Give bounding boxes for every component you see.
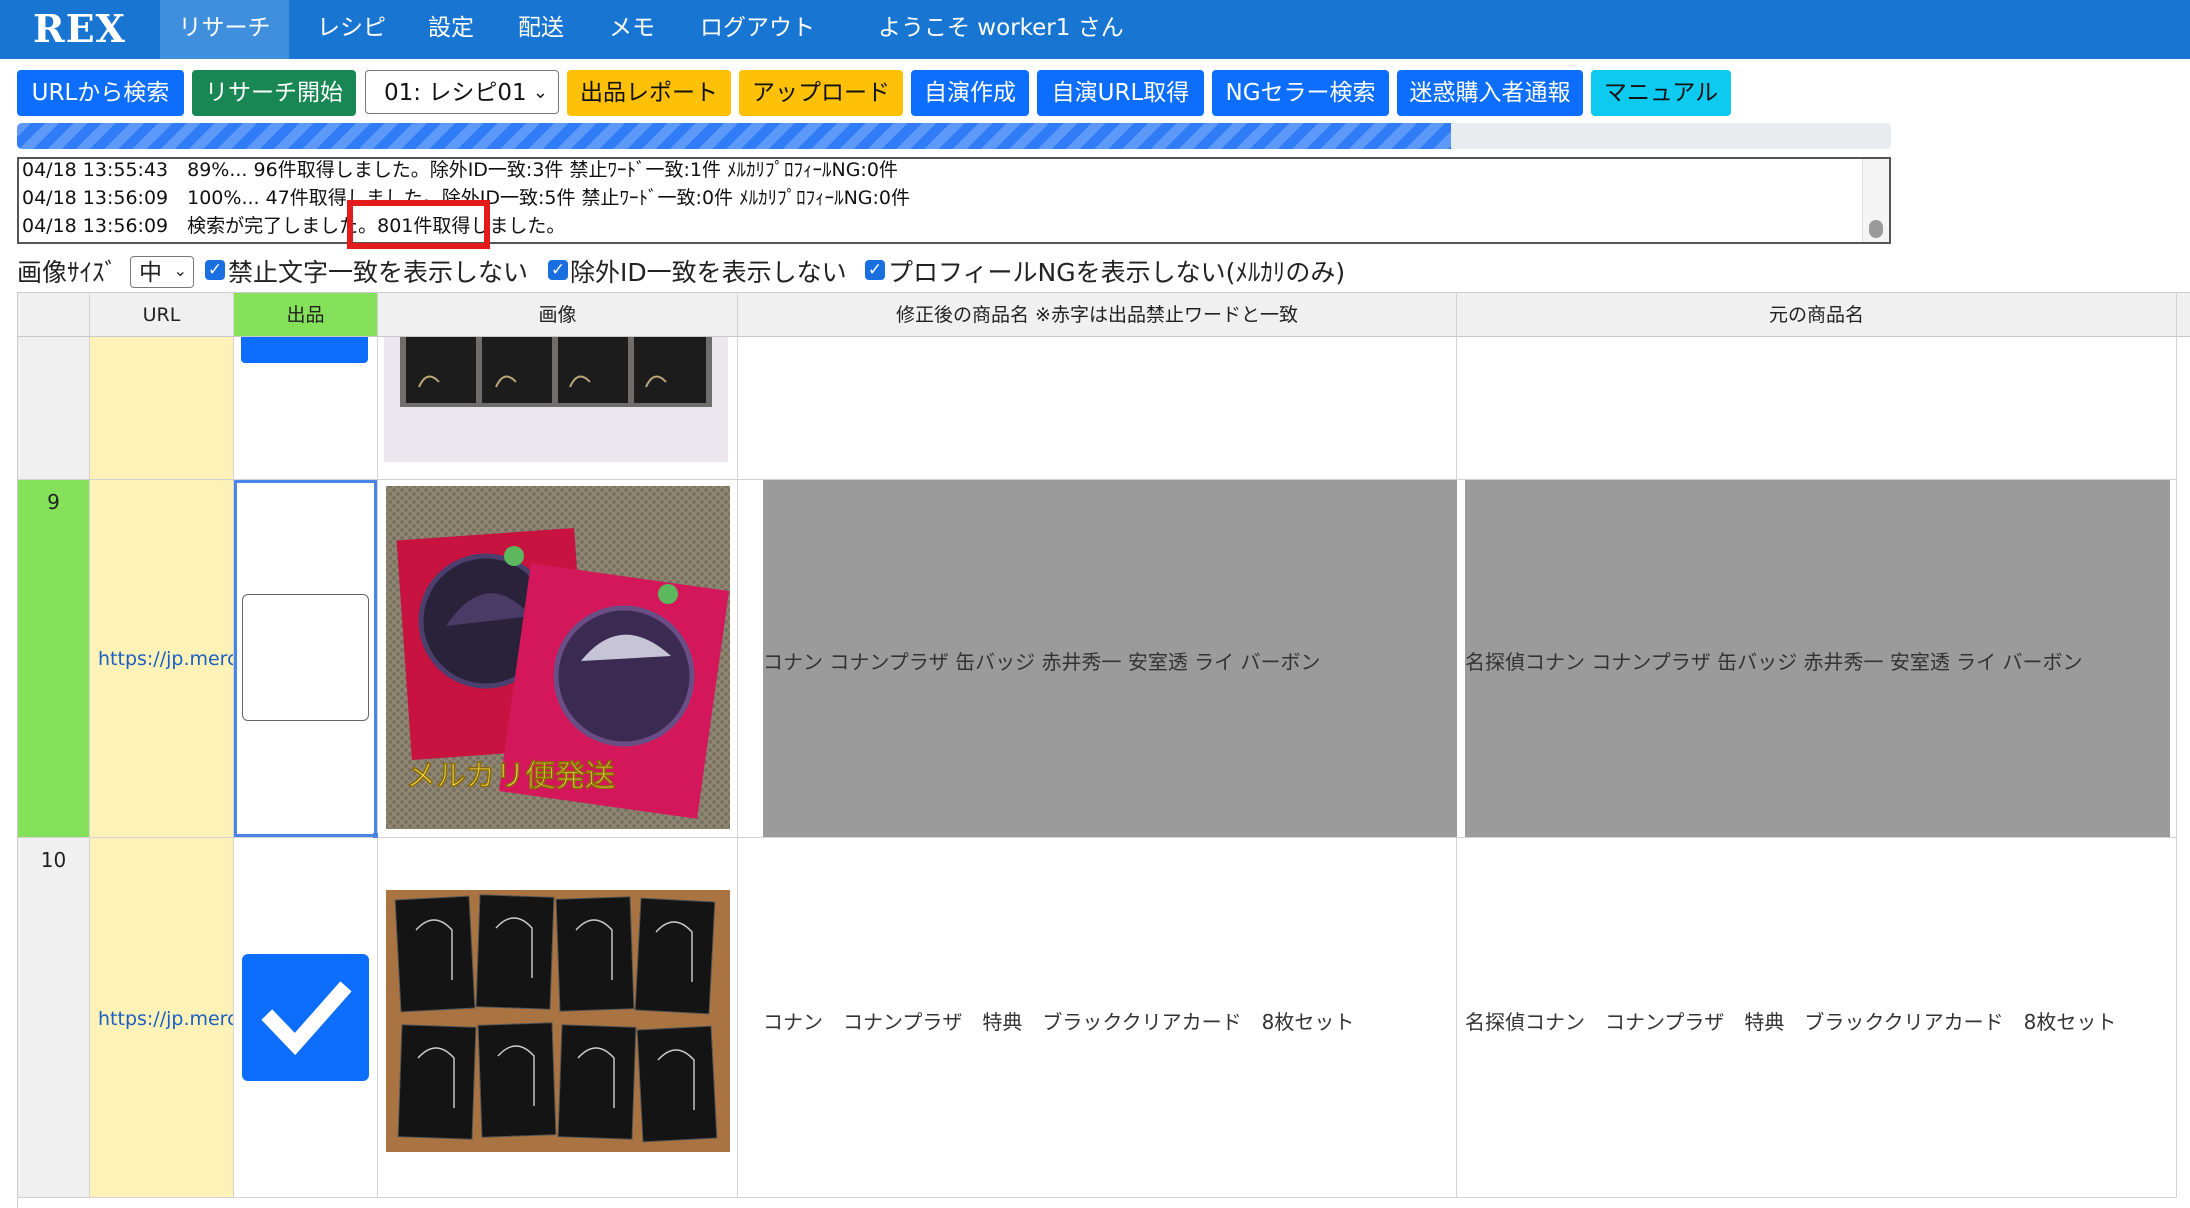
- progress-bar: [17, 123, 1891, 149]
- header-original-name[interactable]: 元の商品名: [1457, 292, 2177, 337]
- hide-excluded-id-checkbox[interactable]: ✓: [548, 260, 568, 280]
- manual-button[interactable]: マニュアル: [1591, 70, 1731, 116]
- row-original-name-cell[interactable]: 名探偵コナン コナンプラザ 特典 ブラッククリアカード 8枚セット: [1457, 838, 2177, 1198]
- chevron-down-icon: ⌄: [532, 82, 548, 103]
- row-num-cell: 9: [18, 480, 90, 838]
- scroll-thumb[interactable]: [1869, 220, 1883, 238]
- self-create-button[interactable]: 自演作成: [911, 70, 1029, 116]
- header-num: [18, 292, 90, 337]
- product-image[interactable]: [384, 337, 728, 462]
- header-image[interactable]: 画像: [378, 292, 738, 337]
- log-box[interactable]: 04/18 13:55:43 89%... 96件取得しました。除外ID一致:3…: [17, 157, 1891, 244]
- row-original-name: 名探偵コナン コナンプラザ 特典 ブラッククリアカード 8枚セット: [1465, 1010, 2117, 1034]
- welcome-text: ようこそ worker1 さん: [878, 15, 1124, 41]
- progress-fill: [17, 123, 1451, 149]
- annotation-highlight-box: [347, 200, 490, 249]
- row-url-link[interactable]: https://jp.merc: [98, 648, 233, 670]
- nav-research[interactable]: リサーチ: [160, 0, 289, 59]
- product-image[interactable]: メルカリ便発送: [386, 486, 730, 829]
- app-logo[interactable]: REX: [33, 0, 126, 59]
- log-scrollbar[interactable]: [1862, 159, 1889, 242]
- row-url-link[interactable]: https://jp.merc: [98, 1008, 233, 1030]
- header-edited-name[interactable]: 修正後の商品名 ※赤字は出品禁止ワードと一致: [738, 292, 1457, 337]
- row-edited-name-cell[interactable]: コナン コナンプラザ 缶バッジ 赤井秀一 安室透 ライ バーボン: [738, 480, 1467, 838]
- row-original-name-cell[interactable]: [1457, 337, 2177, 480]
- nav-memo[interactable]: メモ: [609, 0, 655, 59]
- row-listing-cell[interactable]: [234, 337, 378, 480]
- row-image-cell: メルカリ便発送: [378, 480, 738, 838]
- row-image-cell: [378, 838, 738, 1198]
- row-url-cell: https://jp.merc: [90, 838, 234, 1198]
- nav-settings[interactable]: 設定: [428, 0, 474, 59]
- results-table: URL 出品 画像 修正後の商品名 ※赤字は出品禁止ワードと一致 元の商品名 9…: [17, 292, 2190, 1208]
- row-image-cell: [378, 337, 738, 480]
- image-size-label: 画像ｻｲｽﾞ: [17, 258, 118, 287]
- top-navbar: REX リサーチ レシピ 設定 配送 メモ ログアウト ようこそ worker1…: [0, 0, 2190, 59]
- row-listing-cell: [234, 480, 382, 842]
- hide-excluded-id-label: 除外ID一致を表示しない: [570, 258, 847, 287]
- row-url-cell[interactable]: [90, 337, 234, 480]
- upload-button[interactable]: アップロード: [739, 70, 903, 116]
- row-listing-cell: [234, 838, 378, 1198]
- nuisance-report-button[interactable]: 迷惑購入者通報: [1397, 70, 1583, 116]
- log-line: 04/18 13:55:43 89%... 96件取得しました。除外ID一致:3…: [22, 159, 898, 181]
- recipe-select[interactable]: 01: レシピ01 ⌄: [365, 70, 559, 114]
- hide-banned-words-label: 禁止文字一致を表示しない: [228, 258, 529, 287]
- self-url-button[interactable]: 自演URL取得: [1037, 70, 1204, 116]
- hide-profile-ng-checkbox[interactable]: ✓: [865, 260, 885, 280]
- hide-profile-ng-label: プロフィールNGを表示しない(ﾒﾙｶﾘのみ): [888, 258, 1346, 287]
- row-edited-name: コナン コナンプラザ 特典 ブラッククリアカード 8枚セット: [763, 1010, 1355, 1034]
- row-edited-name-cell[interactable]: コナン コナンプラザ 特典 ブラッククリアカード 8枚セット: [738, 838, 1457, 1198]
- url-search-button[interactable]: URLから検索: [17, 70, 184, 116]
- row-num-cell: 10: [18, 838, 90, 1198]
- listing-report-button[interactable]: 出品レポート: [567, 70, 731, 116]
- header-listing[interactable]: 出品: [234, 292, 378, 337]
- chevron-down-icon: ⌄: [173, 261, 187, 280]
- nav-logout[interactable]: ログアウト: [700, 0, 815, 59]
- research-start-button[interactable]: リサーチ開始: [192, 70, 356, 116]
- nav-recipe[interactable]: レシピ: [317, 0, 386, 59]
- row-original-name: 名探偵コナン コナンプラザ 缶バッジ 赤井秀一 安室透 ライ バーボン: [1465, 650, 2083, 674]
- image-size-select[interactable]: 中 ⌄: [130, 256, 194, 288]
- row-number: 10: [40, 848, 67, 872]
- row-url-cell: https://jp.merc: [90, 480, 234, 838]
- ng-seller-search-button[interactable]: NGセラー検索: [1212, 70, 1389, 116]
- header-url[interactable]: URL: [90, 292, 234, 337]
- row-num-cell: [18, 337, 90, 480]
- nav-shipping[interactable]: 配送: [518, 0, 564, 59]
- row-original-name-cell[interactable]: 名探偵コナン コナンプラザ 缶バッジ 赤井秀一 安室透 ライ バーボン: [1457, 480, 2177, 838]
- product-image[interactable]: [386, 890, 730, 1152]
- check-icon: [261, 981, 352, 1056]
- row-edited-name-cell[interactable]: [738, 337, 1457, 480]
- listing-checkbox[interactable]: [242, 594, 369, 721]
- listing-checkbox-checked[interactable]: [242, 954, 369, 1081]
- listing-checkbox[interactable]: [241, 337, 368, 363]
- recipe-select-value: 01: レシピ01: [384, 80, 527, 106]
- row-edited-name: コナン コナンプラザ 缶バッジ 赤井秀一 安室透 ライ バーボン: [763, 650, 1321, 674]
- image-size-value: 中: [139, 260, 162, 286]
- image-caption: メルカリ便発送: [406, 759, 615, 794]
- row-number: 9: [47, 490, 60, 514]
- hide-banned-words-checkbox[interactable]: ✓: [205, 260, 225, 280]
- header-extra[interactable]: [2177, 292, 2190, 337]
